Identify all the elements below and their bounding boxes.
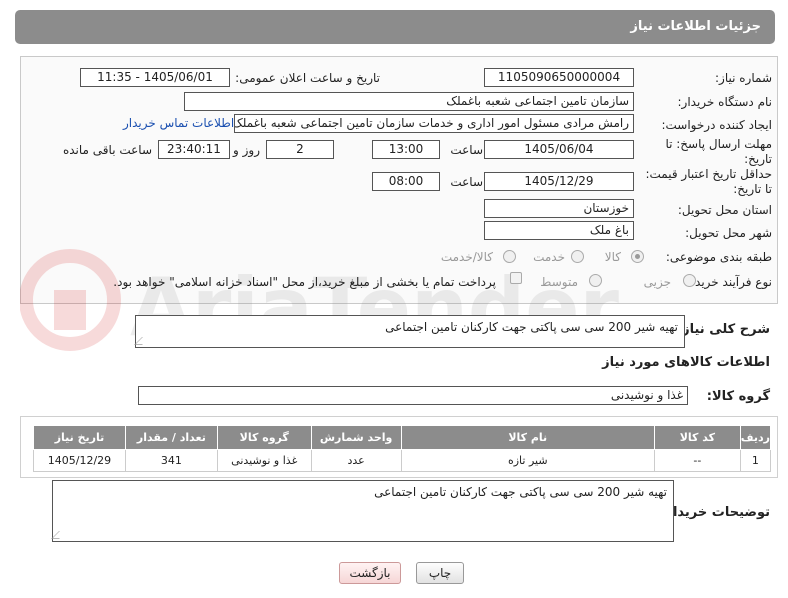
items-table: ردیف کد کالا نام کالا واحد شمارش گروه کا… (33, 425, 772, 472)
category-option-goods: کالا (604, 250, 621, 264)
price-validity-label: حداقل تاریخ اعتبار قیمت: تا تاریخ: (645, 167, 772, 196)
reply-deadline-label: مهلت ارسال پاسخ: تا تاریخ: (665, 137, 772, 166)
announce-field: 1405/06/01 - 11:35 (80, 68, 230, 87)
col-header-row-number[interactable]: ردیف (739, 425, 772, 450)
reply-time-field: 13:00 (372, 140, 440, 159)
reply-date-field: 1405/06/04 (484, 140, 634, 159)
cell-quantity: 341 (124, 449, 218, 472)
price-time-field: 08:00 (372, 172, 440, 191)
col-header-quantity[interactable]: تعداد / مقدار (124, 425, 218, 450)
cell-goods-name: شیر تازه (400, 449, 655, 472)
table-row[interactable]: 1 -- شیر تازه عدد غذا و نوشیدنی 341 1405… (33, 449, 772, 472)
buyer-notes-textarea[interactable]: تهیه شیر 200 سی سی پاکتی جهت کارکنان تام… (51, 480, 674, 542)
col-header-unit[interactable]: واحد شمارش (310, 425, 402, 450)
goods-group-field: غذا و نوشیدنی (138, 386, 688, 405)
days-field: 2 (266, 140, 334, 159)
resize-grip-icon[interactable] (134, 337, 150, 345)
back-button[interactable]: بازگشت (339, 562, 401, 584)
col-header-need-date[interactable]: تاریخ نیاز (33, 425, 126, 450)
cell-row-number: 1 (739, 449, 772, 472)
col-header-goods-group[interactable]: گروه کالا (216, 425, 312, 450)
creator-label: ایجاد کننده درخواست: (661, 118, 772, 132)
description-text: تهیه شیر 200 سی سی پاکتی جهت کارکنان تام… (385, 320, 678, 334)
description-label: شرح کلی نیاز: (676, 322, 770, 337)
category-radio-service[interactable] (571, 250, 584, 263)
resize-grip-icon[interactable] (51, 531, 67, 539)
process-radio-minor[interactable] (683, 274, 696, 287)
province-label: استان محل تحویل: (677, 203, 772, 217)
col-header-goods-code[interactable]: کد کالا (653, 425, 741, 450)
remaining-time-field: 23:40:11 (158, 140, 230, 159)
goods-group-label: گروه کالا: (706, 389, 770, 404)
buyer-notes-label: توضیحات خریدار: (660, 505, 770, 520)
need-number-label: شماره نیاز: (715, 71, 772, 85)
category-option-service: خدمت (533, 250, 565, 264)
city-label: شهر محل تحویل: (685, 226, 772, 240)
creator-field: رامش مرادی مسئول امور اداری و خدمات سازم… (234, 114, 634, 133)
page-title: جزئیات اطلاعات نیاز (630, 19, 761, 34)
days-label: روز و (233, 143, 260, 157)
price-date-field: 1405/12/29 (484, 172, 634, 191)
col-header-goods-name[interactable]: نام کالا (400, 425, 655, 450)
reply-time-label: ساعت (450, 143, 483, 157)
buyer-org-label: نام دستگاه خریدار: (677, 95, 773, 109)
category-radio-goods-service[interactable] (503, 250, 516, 263)
treasury-payment-checkbox[interactable] (510, 272, 522, 284)
cell-need-date: 1405/12/29 (33, 449, 126, 472)
province-field: خوزستان (484, 199, 634, 218)
buyer-contact-link[interactable]: اطلاعات تماس خریدار (123, 116, 234, 130)
process-radio-medium[interactable] (589, 274, 602, 287)
process-option-medium: متوسط (540, 275, 578, 289)
process-option-minor: جزیی (643, 275, 671, 289)
category-label: طبقه بندی موضوعی: (665, 250, 772, 264)
category-radio-goods[interactable] (631, 250, 644, 263)
cell-unit: عدد (310, 449, 402, 472)
process-label: نوع فرآیند خرید : (687, 275, 772, 289)
table-header-row: ردیف کد کالا نام کالا واحد شمارش گروه کا… (33, 425, 772, 450)
page-header: جزئیات اطلاعات نیاز (15, 10, 775, 44)
description-textarea[interactable]: تهیه شیر 200 سی سی پاکتی جهت کارکنان تام… (134, 315, 685, 348)
city-field: باغ ملک (484, 221, 634, 240)
treasury-payment-note: پرداخت تمام یا بخشی از مبلغ خرید،از محل … (113, 275, 496, 289)
need-number-field: 1105090650000004 (484, 68, 634, 87)
cell-goods-group: غذا و نوشیدنی (216, 449, 312, 472)
goods-info-title: اطلاعات کالاهای مورد نیاز (602, 355, 770, 370)
print-button[interactable]: چاپ (416, 562, 464, 584)
announce-label: تاریخ و ساعت اعلان عمومی: (235, 71, 380, 85)
remaining-label: ساعت باقی مانده (62, 143, 152, 157)
cell-goods-code: -- (653, 449, 741, 472)
category-option-goods-service: کالا/خدمت (440, 250, 493, 264)
price-time-label: ساعت (450, 175, 483, 189)
buyer-notes-text: تهیه شیر 200 سی سی پاکتی جهت کارکنان تام… (374, 485, 667, 499)
buyer-org-field: سازمان تامین اجتماعی شعبه باغملک (184, 92, 634, 111)
